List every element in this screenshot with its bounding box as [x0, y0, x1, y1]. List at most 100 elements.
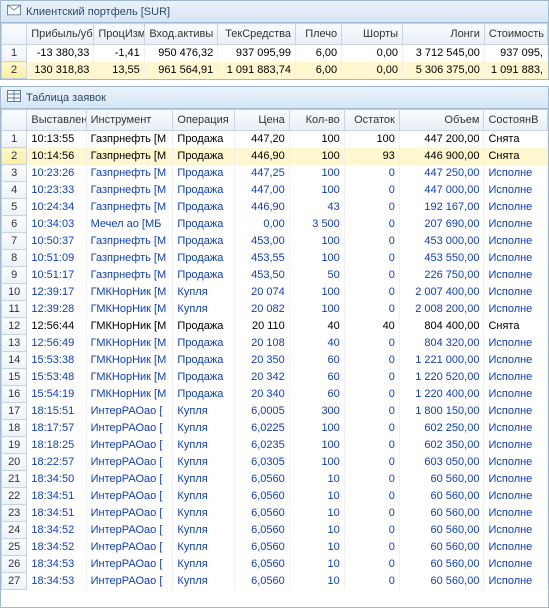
cell-n[interactable]: 9 — [2, 267, 27, 284]
cell-price[interactable]: 20 342 — [234, 369, 289, 386]
col-remain[interactable]: Остаток — [344, 110, 399, 131]
cell-n[interactable]: 10 — [2, 284, 27, 301]
cell-vol[interactable]: 602 350,00 — [399, 437, 484, 454]
cell-ins[interactable]: ГМКНорНик [М — [86, 352, 173, 369]
cell-op[interactable]: Продажа — [173, 182, 234, 199]
cell-price[interactable]: 453,50 — [234, 267, 289, 284]
cell-rem[interactable]: 40 — [344, 318, 399, 335]
cell-qty[interactable]: 100 — [289, 148, 344, 165]
order-row[interactable]: 1415:53:38ГМКНорНик [МПродажа20 3506001 … — [2, 352, 548, 369]
portfolio-row[interactable]: 1-13 380,33-1,41950 476,32937 095,996,00… — [2, 45, 548, 62]
cell-rem[interactable]: 0 — [344, 488, 399, 505]
cell-rem[interactable]: 0 — [344, 199, 399, 216]
cell-price[interactable]: 447,20 — [234, 131, 289, 148]
cell-rem[interactable]: 0 — [344, 301, 399, 318]
cell-cur[interactable]: 937 095,99 — [218, 45, 296, 62]
cell-n[interactable]: 11 — [2, 301, 27, 318]
cell-rem[interactable]: 0 — [344, 386, 399, 403]
cell-rem[interactable]: 0 — [344, 454, 399, 471]
cell-vol[interactable]: 2 007 400,00 — [399, 284, 484, 301]
cell-rem[interactable]: 0 — [344, 216, 399, 233]
cell-ins[interactable]: Газпрнефть [М — [86, 199, 173, 216]
cell-qty[interactable]: 100 — [289, 420, 344, 437]
order-row[interactable]: 1212:56:44ГМКНорНик [МПродажа20 11040408… — [2, 318, 548, 335]
cell-price[interactable]: 20 350 — [234, 352, 289, 369]
cell-ins[interactable]: Газпрнефть [М — [86, 165, 173, 182]
cell-vol[interactable]: 453 000,00 — [399, 233, 484, 250]
cell-price[interactable]: 0,00 — [234, 216, 289, 233]
cell-ins[interactable]: ИнтерРАОао [ — [86, 522, 173, 539]
cell-t[interactable]: 10:14:56 — [27, 148, 86, 165]
cell-vol[interactable]: 1 800 150,00 — [399, 403, 484, 420]
order-row[interactable]: 1112:39:28ГМКНорНик [МКупля20 08210002 0… — [2, 301, 548, 318]
cell-qty[interactable]: 60 — [289, 352, 344, 369]
cell-n[interactable]: 19 — [2, 437, 27, 454]
cell-st[interactable]: Исполне — [484, 420, 548, 437]
cell-qty[interactable]: 100 — [289, 250, 344, 267]
cell-t[interactable]: 12:56:49 — [27, 335, 86, 352]
cell-st[interactable]: Снята — [484, 131, 548, 148]
col-volume[interactable]: Объем — [399, 110, 484, 131]
cell-rem[interactable]: 0 — [344, 403, 399, 420]
cell-t[interactable]: 15:53:48 — [27, 369, 86, 386]
cell-n[interactable]: 27 — [2, 573, 27, 590]
cell-qty[interactable]: 10 — [289, 488, 344, 505]
cell-vol[interactable]: 447 200,00 — [399, 131, 484, 148]
cell-t[interactable]: 10:23:33 — [27, 182, 86, 199]
cell-ins[interactable]: Газпрнефть [М — [86, 182, 173, 199]
cell-st[interactable]: Исполне — [484, 250, 548, 267]
cell-op[interactable]: Купля — [173, 539, 234, 556]
cell-ins[interactable]: ГМКНорНик [М — [86, 318, 173, 335]
cell-n[interactable]: 14 — [2, 352, 27, 369]
cell-op[interactable]: Купля — [173, 403, 234, 420]
cell-t[interactable]: 18:34:51 — [27, 505, 86, 522]
cell-rem[interactable]: 0 — [344, 420, 399, 437]
cell-price[interactable]: 447,25 — [234, 165, 289, 182]
cell-t[interactable]: 10:23:26 — [27, 165, 86, 182]
cell-price[interactable]: 453,55 — [234, 250, 289, 267]
cell-price[interactable]: 6,0560 — [234, 471, 289, 488]
cell-t[interactable]: 18:34:50 — [27, 471, 86, 488]
cell-rem[interactable]: 0 — [344, 165, 399, 182]
cell-op[interactable]: Купля — [173, 471, 234, 488]
order-row[interactable]: 1312:56:49ГМКНорНик [МПродажа20 10840080… — [2, 335, 548, 352]
cell-ins[interactable]: ИнтерРАОао [ — [86, 454, 173, 471]
cell-sh[interactable]: 0,00 — [342, 62, 403, 79]
cell-vol[interactable]: 602 250,00 — [399, 420, 484, 437]
cell-qty[interactable]: 100 — [289, 182, 344, 199]
order-row[interactable]: 2518:34:52ИнтерРАОао [Купля6,056010060 5… — [2, 539, 548, 556]
col-pl[interactable]: Прибыль/уб — [27, 24, 94, 45]
cell-n[interactable]: 18 — [2, 420, 27, 437]
cell-st[interactable]: Исполне — [484, 199, 548, 216]
cell-n[interactable]: 16 — [2, 386, 27, 403]
cell-ins[interactable]: ГМКНорНик [М — [86, 386, 173, 403]
cell-st[interactable]: Исполне — [484, 301, 548, 318]
cell-rem[interactable]: 0 — [344, 267, 399, 284]
cell-t[interactable]: 18:22:57 — [27, 454, 86, 471]
cell-vol[interactable]: 60 560,00 — [399, 471, 484, 488]
cell-price[interactable]: 446,90 — [234, 199, 289, 216]
order-row[interactable]: 910:51:17Газпрнефть [МПродажа453,5050022… — [2, 267, 548, 284]
cell-pct[interactable]: -1,41 — [94, 45, 144, 62]
cell-rem[interactable]: 0 — [344, 505, 399, 522]
order-row[interactable]: 710:50:37Газпрнефть [МПродажа453,0010004… — [2, 233, 548, 250]
order-row[interactable]: 610:34:03Мечел ао [МБПродажа0,003 500020… — [2, 216, 548, 233]
cell-qty[interactable]: 43 — [289, 199, 344, 216]
cell-vol[interactable]: 60 560,00 — [399, 522, 484, 539]
order-row[interactable]: 110:13:55Газпрнефть [МПродажа447,2010010… — [2, 131, 548, 148]
cell-vol[interactable]: 603 050,00 — [399, 454, 484, 471]
order-row[interactable]: 1515:53:48ГМКНорНик [МПродажа20 3426001 … — [2, 369, 548, 386]
cell-cost[interactable]: 937 095, — [484, 45, 547, 62]
cell-pl[interactable]: 130 318,83 — [27, 62, 94, 79]
order-row[interactable]: 2018:22:57ИнтерРАОао [Купля6,03051000603… — [2, 454, 548, 471]
cell-vol[interactable]: 447 250,00 — [399, 165, 484, 182]
cell-n[interactable]: 15 — [2, 369, 27, 386]
cell-price[interactable]: 20 074 — [234, 284, 289, 301]
col-time[interactable]: Выставлен — [27, 110, 86, 131]
cell-rem[interactable]: 0 — [344, 539, 399, 556]
cell-st[interactable]: Исполне — [484, 182, 548, 199]
col-instrument[interactable]: Инструмент — [86, 110, 173, 131]
cell-vol[interactable]: 1 220 400,00 — [399, 386, 484, 403]
col-rownum[interactable] — [2, 110, 27, 131]
cell-ins[interactable]: ГМКНорНик [М — [86, 284, 173, 301]
